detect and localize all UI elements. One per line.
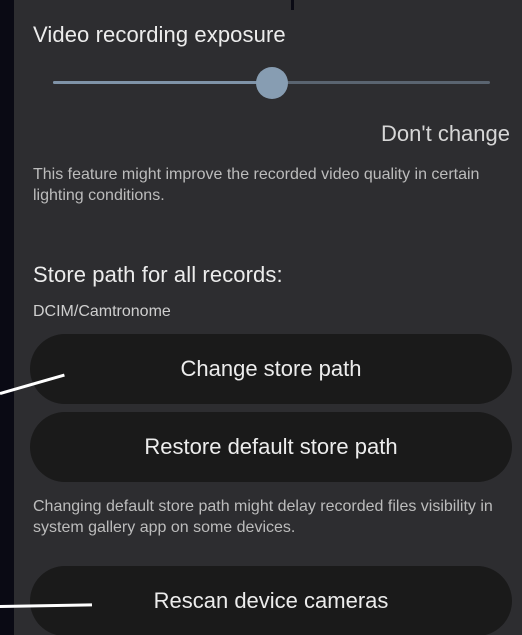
store-path-value: DCIM/Camtronome <box>33 303 171 320</box>
exposure-title: Video recording exposure <box>33 22 286 47</box>
top-divider-mark <box>291 0 294 10</box>
exposure-slider-thumb[interactable] <box>255 67 288 99</box>
store-path-title: Store path for all records: <box>33 262 283 287</box>
screen: Video recording exposure Don't change Th… <box>0 0 522 635</box>
change-store-path-button[interactable]: Change store path <box>30 334 512 404</box>
exposure-description: This feature might improve the recorded … <box>33 166 480 204</box>
store-path-note: Changing default store path might delay … <box>33 498 493 536</box>
exposure-value: Don't change <box>381 121 510 146</box>
rescan-device-cameras-button[interactable]: Rescan device cameras <box>30 566 512 635</box>
restore-default-store-path-button[interactable]: Restore default store path <box>30 412 512 482</box>
exposure-slider-fill <box>53 81 272 84</box>
